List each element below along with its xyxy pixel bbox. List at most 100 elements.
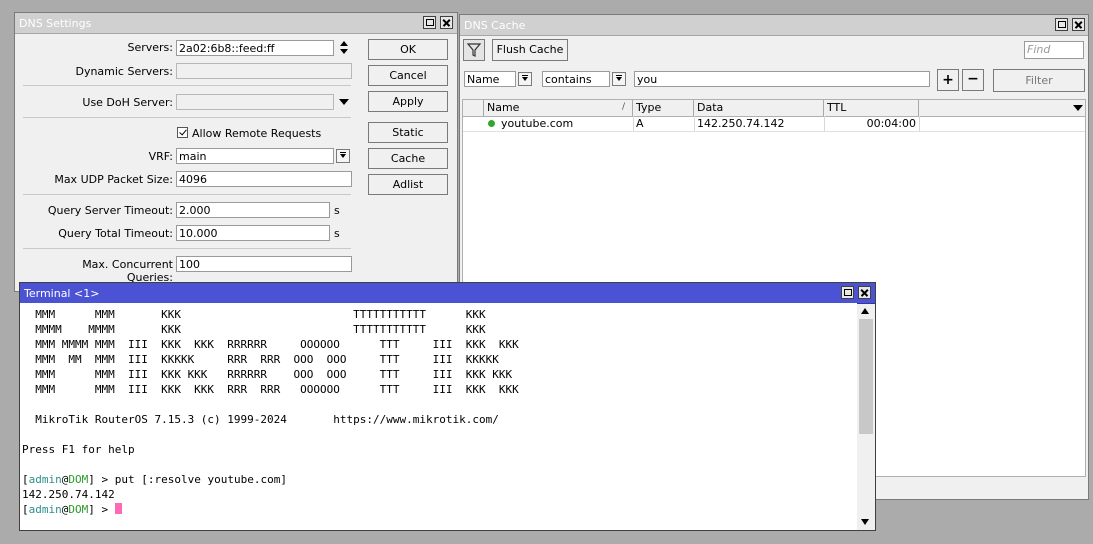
- query-total-timeout-unit: s: [334, 227, 340, 240]
- prompt-host: DOM: [68, 503, 89, 516]
- allow-remote-requests-checkbox[interactable]: [177, 127, 188, 138]
- add-filter-button[interactable]: +: [937, 69, 959, 91]
- allow-remote-requests-label: Allow Remote Requests: [192, 127, 322, 140]
- version-line: MikroTik RouterOS 7.15.3 (c) 1999-2024 h…: [22, 413, 499, 426]
- filter-field-select[interactable]: Name: [464, 71, 516, 87]
- cell-divider: [633, 116, 634, 131]
- separator: [23, 85, 351, 86]
- dynamic-servers-label: Dynamic Servers:: [75, 65, 173, 78]
- query-server-timeout-unit: s: [334, 204, 340, 217]
- cell-ttl: 00:04:00: [866, 117, 916, 130]
- dynamic-servers-field: [176, 63, 352, 79]
- filter-toggle-button[interactable]: [463, 39, 485, 61]
- query-server-timeout-label: Query Server Timeout:: [47, 204, 173, 217]
- maximize-icon[interactable]: [841, 286, 854, 299]
- close-icon[interactable]: [440, 16, 453, 29]
- cancel-button[interactable]: Cancel: [368, 65, 448, 86]
- funnel-icon: [466, 43, 482, 57]
- scroll-down-icon[interactable]: [861, 519, 869, 525]
- remove-filter-button[interactable]: −: [962, 69, 984, 91]
- table-header: Name / Type Data TTL: [463, 100, 1085, 117]
- plus-icon: +: [942, 72, 954, 88]
- table-row[interactable]: youtube.com A 142.250.74.142 00:04:00: [463, 116, 1085, 132]
- dns-cache-title: DNS Cache: [464, 19, 526, 32]
- text-cursor: [114, 503, 122, 514]
- column-header-blank: [463, 100, 484, 116]
- status-dot-icon: [488, 120, 495, 127]
- banner-line: MMMM MMMM KKK TTTTTTTTTTT KKK: [22, 323, 486, 336]
- adlist-button[interactable]: Adlist: [368, 174, 448, 195]
- servers-input[interactable]: 2a02:6b8::feed:ff: [176, 40, 334, 56]
- vrf-label: VRF:: [148, 150, 173, 163]
- cell-data: 142.250.74.142: [697, 117, 785, 130]
- scrollbar-thumb[interactable]: [859, 319, 873, 434]
- max-concurrent-queries-label: Max. Concurrent Queries:: [82, 258, 173, 284]
- max-concurrent-queries-input[interactable]: 100: [176, 256, 352, 272]
- prompt-user: admin: [28, 503, 62, 516]
- max-udp-packet-size-input[interactable]: 4096: [176, 171, 352, 187]
- terminal-screen[interactable]: MMM MMM KKK TTTTTTTTTTT KKK MMMM MMMM KK…: [20, 303, 857, 530]
- prompt-suffix: >: [94, 473, 115, 486]
- dropdown-arrow-icon[interactable]: [612, 72, 626, 86]
- prompt-host: DOM: [68, 473, 89, 486]
- command-text: put [:resolve youtube.com]: [114, 473, 287, 486]
- command-output: 142.250.74.142: [22, 488, 115, 501]
- dns-settings-window: DNS Settings Servers: 2a02:6b8::feed:ff …: [14, 12, 458, 292]
- separator: [23, 194, 351, 195]
- maximize-icon[interactable]: [1055, 18, 1068, 31]
- cell-divider: [919, 116, 920, 131]
- separator: [23, 248, 351, 249]
- cell-divider: [824, 116, 825, 131]
- flush-cache-button[interactable]: Flush Cache: [492, 39, 568, 61]
- static-button[interactable]: Static: [368, 122, 448, 143]
- column-header-name[interactable]: Name: [484, 100, 633, 116]
- filter-value-input[interactable]: you: [634, 71, 930, 87]
- cell-type: A: [636, 117, 644, 130]
- column-header-data[interactable]: Data: [694, 100, 824, 116]
- dns-cache-titlebar[interactable]: DNS Cache: [460, 15, 1088, 36]
- terminal-titlebar[interactable]: Terminal <1>: [20, 283, 875, 304]
- apply-button[interactable]: Apply: [368, 91, 448, 112]
- terminal-output: MMM MMM KKK TTTTTTTTTTT KKK MMMM MMMM KK…: [22, 308, 519, 516]
- separator: [23, 117, 351, 118]
- terminal-window: Terminal <1> MMM MMM KKK TTTTTTTTTTT KKK…: [19, 282, 876, 531]
- up-down-arrows-icon[interactable]: [339, 40, 349, 56]
- scroll-up-icon[interactable]: [861, 308, 869, 314]
- column-header-ttl[interactable]: TTL: [824, 100, 919, 116]
- prompt-suffix: >: [94, 503, 115, 516]
- maximize-icon[interactable]: [423, 16, 436, 29]
- terminal-scrollbar[interactable]: [858, 304, 874, 529]
- cache-button[interactable]: Cache: [368, 148, 448, 169]
- sort-indicator-icon: /: [622, 102, 626, 112]
- banner-line: MMM MM MMM III KKKKK RRR RRR OOO OOO TTT…: [22, 353, 499, 366]
- filter-operator-select[interactable]: contains: [542, 71, 610, 87]
- column-header-type[interactable]: Type: [633, 100, 694, 116]
- cell-divider: [694, 116, 695, 131]
- use-doh-server-select[interactable]: [176, 94, 334, 110]
- help-line: Press F1 for help: [22, 443, 135, 456]
- minus-icon: −: [967, 71, 979, 87]
- prompt-user: admin: [28, 473, 62, 486]
- find-input[interactable]: Find: [1024, 41, 1084, 59]
- terminal-title: Terminal <1>: [24, 287, 100, 300]
- servers-label: Servers:: [127, 41, 173, 54]
- banner-line: MMM MMM KKK TTTTTTTTTTT KKK: [22, 308, 486, 321]
- dropdown-arrow-icon[interactable]: [339, 99, 349, 105]
- use-doh-server-label: Use DoH Server:: [82, 96, 173, 109]
- vrf-select[interactable]: main: [176, 148, 334, 164]
- close-icon[interactable]: [1072, 18, 1085, 31]
- dns-settings-title: DNS Settings: [19, 17, 92, 30]
- dropdown-arrow-icon[interactable]: [336, 149, 350, 163]
- ok-button[interactable]: OK: [368, 39, 448, 60]
- query-total-timeout-input[interactable]: 10.000: [176, 225, 330, 241]
- banner-line: MMM MMM III KKK KKK RRR RRR OOOOOO TTT I…: [22, 383, 519, 396]
- max-udp-packet-size-label: Max UDP Packet Size:: [54, 173, 173, 186]
- close-icon[interactable]: [858, 286, 871, 299]
- cell-name: youtube.com: [501, 117, 574, 130]
- query-server-timeout-input[interactable]: 2.000: [176, 202, 330, 218]
- filter-button[interactable]: Filter: [993, 69, 1085, 92]
- query-total-timeout-label: Query Total Timeout:: [58, 227, 173, 240]
- dropdown-arrow-icon[interactable]: [518, 72, 532, 86]
- dns-settings-titlebar[interactable]: DNS Settings: [15, 13, 457, 34]
- column-menu-arrow-icon[interactable]: [1073, 105, 1083, 111]
